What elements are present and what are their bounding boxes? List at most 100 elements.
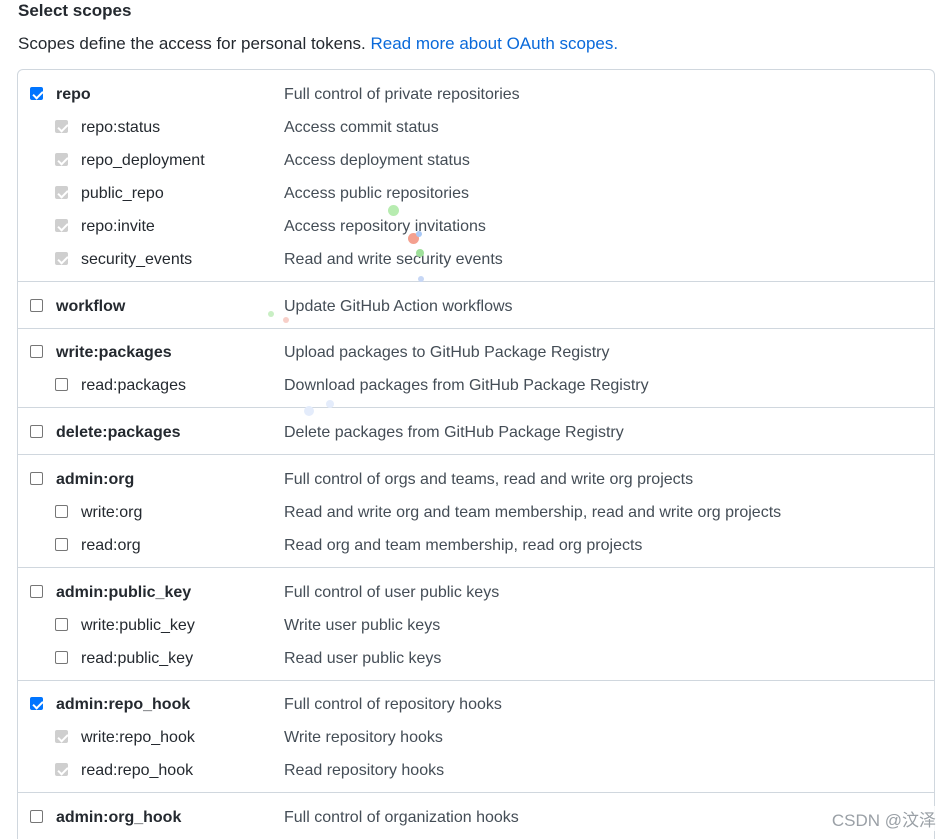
scope-name-public-repo: public_repo [81, 185, 164, 202]
scope-name-admin-org-hook: admin:org_hook [56, 809, 182, 826]
scope-row-repo[interactable]: repo Full control of private repositorie… [18, 79, 934, 112]
scope-row-read-org[interactable]: read:org Read org and team membership, r… [18, 530, 934, 563]
group-divider [18, 281, 934, 282]
scope-desc-public-repo: Access public repositories [284, 185, 469, 202]
scope-row-admin-org-hook[interactable]: admin:org_hook Full control of organizat… [18, 802, 934, 835]
section-description: Scopes define the access for personal to… [18, 34, 618, 54]
scope-name-read-repo-hook: read:repo_hook [81, 762, 194, 779]
scope-desc-repo-invite: Access repository invitations [284, 218, 486, 235]
checkbox-write-org[interactable] [55, 505, 68, 518]
scope-row-admin-org[interactable]: admin:org Full control of orgs and teams… [18, 464, 934, 497]
decor-dot [304, 406, 314, 416]
scope-row-repo-status[interactable]: repo:status Access commit status [18, 112, 934, 145]
scope-desc-read-packages: Download packages from GitHub Package Re… [284, 377, 649, 394]
scopes-page: Select scopes Scopes define the access f… [0, 0, 952, 839]
scope-name-admin-repo-hook: admin:repo_hook [56, 696, 191, 713]
scope-desc-delete-packages: Delete packages from GitHub Package Regi… [284, 424, 624, 441]
scope-row-read-public-key[interactable]: read:public_key Read user public keys [18, 643, 934, 676]
scope-row-repo-deployment[interactable]: repo_deployment Access deployment status [18, 145, 934, 178]
scope-row-delete-packages[interactable]: delete:packages Delete packages from Git… [18, 417, 934, 450]
decor-dot [283, 317, 289, 323]
checkbox-admin-org-hook[interactable] [30, 810, 43, 823]
checkbox-read-repo-hook[interactable] [55, 763, 68, 776]
scope-name-repo: repo [56, 86, 91, 103]
checkbox-admin-repo-hook[interactable] [30, 697, 43, 710]
checkbox-write-repo-hook[interactable] [55, 730, 68, 743]
scope-desc-read-public-key: Read user public keys [284, 650, 442, 667]
decor-dot [326, 400, 334, 408]
scope-desc-admin-public-key: Full control of user public keys [284, 584, 500, 601]
scope-row-admin-public-key[interactable]: admin:public_key Full control of user pu… [18, 577, 934, 610]
scope-name-repo-invite: repo:invite [81, 218, 155, 235]
checkbox-workflow[interactable] [30, 299, 43, 312]
scope-name-write-public-key: write:public_key [81, 617, 195, 634]
group-divider [18, 454, 934, 455]
scope-desc-admin-repo-hook: Full control of repository hooks [284, 696, 502, 713]
group-divider [18, 328, 934, 329]
group-divider [18, 407, 934, 408]
scope-name-read-public-key: read:public_key [81, 650, 194, 667]
checkbox-public-repo[interactable] [55, 186, 68, 199]
scope-row-write-packages[interactable]: write:packages Upload packages to GitHub… [18, 337, 934, 370]
checkbox-admin-org[interactable] [30, 472, 43, 485]
checkbox-read-org[interactable] [55, 538, 68, 551]
scope-row-admin-repo-hook[interactable]: admin:repo_hook Full control of reposito… [18, 689, 934, 722]
scope-name-write-org: write:org [81, 504, 143, 521]
checkbox-repo[interactable] [30, 87, 43, 100]
scope-name-delete-packages: delete:packages [56, 424, 181, 441]
oauth-scopes-link[interactable]: Read more about OAuth scopes. [371, 34, 619, 53]
scope-name-workflow: workflow [56, 298, 126, 315]
scope-name-read-packages: read:packages [81, 377, 186, 394]
checkbox-write-public-key[interactable] [55, 618, 68, 631]
description-text: Scopes define the access for personal to… [18, 34, 366, 53]
checkbox-write-packages[interactable] [30, 345, 43, 358]
group-divider [18, 680, 934, 681]
group-divider [18, 567, 934, 568]
scope-row-write-repo-hook[interactable]: write:repo_hook Write repository hooks [18, 722, 934, 755]
scope-desc-repo: Full control of private repositories [284, 86, 520, 103]
decor-dot [268, 311, 274, 317]
checkbox-repo-status[interactable] [55, 120, 68, 133]
scope-row-write-org[interactable]: write:org Read and write org and team me… [18, 497, 934, 530]
scope-row-repo-invite[interactable]: repo:invite Access repository invitation… [18, 211, 934, 244]
scope-desc-admin-org-hook: Full control of organization hooks [284, 809, 519, 826]
scope-row-security-events[interactable]: security_events Read and write security … [18, 244, 934, 277]
scope-desc-repo-status: Access commit status [284, 119, 439, 136]
watermark: CSDN @汶泽 [829, 806, 938, 831]
scope-row-read-packages[interactable]: read:packages Download packages from Git… [18, 370, 934, 403]
scope-desc-read-org: Read org and team membership, read org p… [284, 537, 643, 554]
decor-dot [418, 276, 424, 282]
scope-name-repo-deployment: repo_deployment [81, 152, 205, 169]
scope-desc-read-repo-hook: Read repository hooks [284, 762, 445, 779]
scope-desc-write-repo-hook: Write repository hooks [284, 729, 443, 746]
scope-name-admin-org: admin:org [56, 471, 135, 488]
checkbox-security-events[interactable] [55, 252, 68, 265]
scope-name-admin-public-key: admin:public_key [56, 584, 192, 601]
checkbox-repo-invite[interactable] [55, 219, 68, 232]
scope-desc-write-packages: Upload packages to GitHub Package Regist… [284, 344, 610, 361]
scope-desc-write-org: Read and write org and team membership, … [284, 504, 782, 521]
section-title: Select scopes [18, 1, 132, 20]
decor-dot [388, 205, 399, 216]
scope-name-repo-status: repo:status [81, 119, 161, 136]
checkbox-read-public-key[interactable] [55, 651, 68, 664]
checkbox-read-packages[interactable] [55, 378, 68, 391]
scope-desc-write-public-key: Write user public keys [284, 617, 441, 634]
scope-desc-admin-org: Full control of orgs and teams, read and… [284, 471, 694, 488]
decor-dot [416, 249, 424, 257]
decor-dot [416, 231, 422, 237]
scope-name-write-packages: write:packages [56, 344, 172, 361]
scope-desc-repo-deployment: Access deployment status [284, 152, 470, 169]
scope-row-write-public-key[interactable]: write:public_key Write user public keys [18, 610, 934, 643]
scope-name-read-org: read:org [81, 537, 141, 554]
scope-name-security-events: security_events [81, 251, 193, 268]
scope-row-read-repo-hook[interactable]: read:repo_hook Read repository hooks [18, 755, 934, 788]
scope-name-write-repo-hook: write:repo_hook [81, 729, 195, 746]
scopes-list: repo Full control of private repositorie… [17, 69, 935, 839]
scope-row-workflow[interactable]: workflow Update GitHub Action workflows [18, 291, 934, 324]
checkbox-admin-public-key[interactable] [30, 585, 43, 598]
scope-desc-workflow: Update GitHub Action workflows [284, 298, 513, 315]
checkbox-delete-packages[interactable] [30, 425, 43, 438]
scope-row-public-repo[interactable]: public_repo Access public repositories [18, 178, 934, 211]
checkbox-repo-deployment[interactable] [55, 153, 68, 166]
